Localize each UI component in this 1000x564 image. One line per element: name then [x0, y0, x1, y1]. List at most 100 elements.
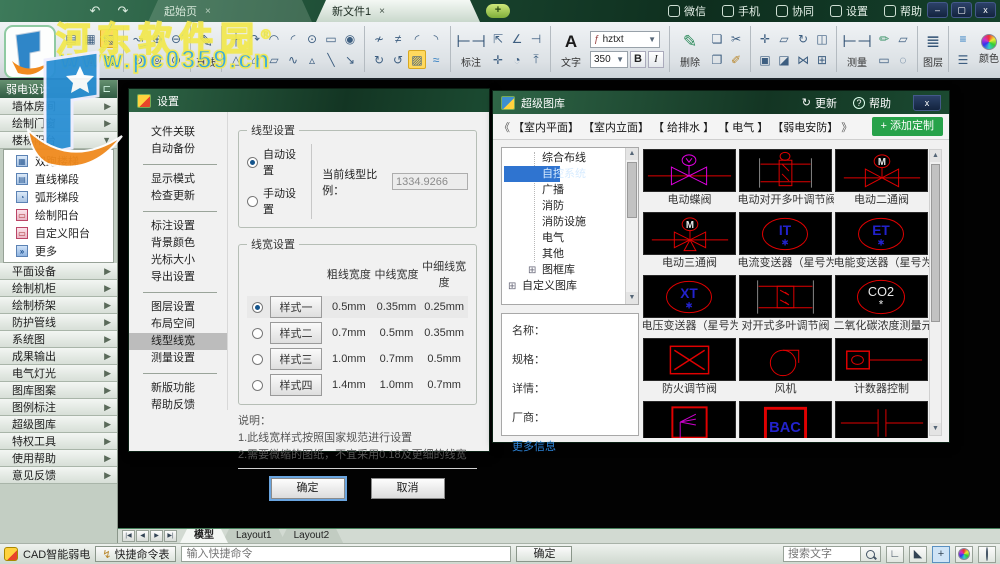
wipeout-icon[interactable]: ≈ [427, 50, 445, 69]
menu-mobile[interactable]: 手机 [722, 3, 760, 19]
sidebar-item-system-diagram[interactable]: 系统图▶ [0, 331, 117, 348]
sidebar-item-plan-equipment[interactable]: 平面设备▶ [0, 263, 117, 280]
tab-layout2[interactable]: Layout2 [280, 529, 344, 543]
library-item[interactable]: BAC [739, 401, 832, 438]
settings-nav-check-update[interactable]: 检查更新 [129, 188, 227, 205]
document-tab-start[interactable]: 起始页 × [148, 0, 312, 22]
layer-tool[interactable]: ≣ 图层 [923, 30, 943, 69]
library-item[interactable]: M 电动二通阀 [835, 149, 928, 212]
new-tab-button[interactable]: + [486, 4, 510, 18]
zoom-window-icon[interactable]: ⊙ [129, 50, 147, 69]
pdf-export-icon[interactable]: ▣ [81, 50, 99, 69]
color-wheel-icon[interactable] [955, 546, 973, 563]
sidebar-item-legend[interactable]: 图例标注▶ [0, 399, 117, 416]
select-rect-icon[interactable]: ▭ [875, 50, 893, 69]
delete-tool[interactable]: ✎ 删除 [675, 30, 705, 69]
auto-setting-radio[interactable]: 自动设置 [247, 146, 301, 178]
aligned-dim-icon[interactable]: ⇱ [489, 29, 507, 48]
crosshair-icon[interactable]: + [932, 546, 950, 563]
pin-icon[interactable]: ⊏ [103, 84, 111, 95]
three-way-valve-icon[interactable]: M [643, 212, 736, 255]
continue-dim-icon[interactable]: ⊣ [527, 29, 545, 48]
sidebar-item-patterns[interactable]: 图库图案▶ [0, 382, 117, 399]
leader-dim-icon[interactable]: ✛ [489, 50, 507, 69]
settings-nav-measure[interactable]: 测量设置 [129, 350, 227, 367]
radio-off-icon[interactable] [252, 354, 263, 365]
paste-block-icon[interactable]: ▣ [756, 50, 774, 69]
extend-icon[interactable]: ≠ [389, 29, 407, 48]
text-size-select[interactable]: 350 ▼ [590, 51, 628, 68]
command-input[interactable] [181, 546, 511, 562]
expand-plus-icon[interactable]: ⊞ [508, 279, 516, 295]
first-tab-icon[interactable]: |◀ [122, 530, 135, 542]
subitem-double-run-stairs[interactable]: ▦双跑楼梯 [4, 152, 113, 170]
counter-control-icon[interactable] [835, 338, 928, 381]
settings-nav-display-mode[interactable]: 显示模式 [129, 171, 227, 188]
settings-nav-export[interactable]: 导出设置 [129, 269, 227, 286]
app-logo-button[interactable] [4, 25, 56, 79]
style3-button[interactable]: 样式三 [270, 348, 322, 370]
font-select[interactable]: ƒ hztxt ▼ [590, 31, 660, 48]
text-tool[interactable]: A 文字 [556, 30, 586, 69]
array-icon[interactable]: ⊞ [813, 50, 831, 69]
subitem-arc-flight[interactable]: ◔弧形梯段 [4, 188, 113, 206]
point-icon[interactable]: ┼ [227, 29, 245, 48]
library-item[interactable]: 对开式多叶调节阀 [739, 275, 832, 338]
linetype-icon[interactable]: ≡ [954, 29, 972, 48]
leader-line-icon[interactable]: ↘ [341, 50, 359, 69]
parallelogram-icon[interactable]: ▱ [265, 50, 283, 69]
sidebar-item-lighting[interactable]: 电气灯光▶ [0, 365, 117, 382]
ellipse-tool-icon[interactable] [978, 546, 996, 563]
scroll-down-icon[interactable]: ▼ [626, 292, 638, 304]
document-tab-newfile[interactable]: 新文件1 × [316, 0, 480, 22]
sidebar-item-doors-windows[interactable]: 绘制门窗▶ [0, 115, 117, 132]
settings-nav-new-features[interactable]: 新版功能 [129, 380, 227, 397]
line-tool[interactable]: ✎ 直线 [196, 30, 216, 69]
tree-item-auto-control[interactable]: 自控系统 [504, 166, 560, 182]
settings-nav-cursor-size[interactable]: 光标大小 [129, 252, 227, 269]
scroll-up-icon[interactable]: ▲ [930, 150, 941, 162]
print-icon[interactable]: ▥ [62, 50, 80, 69]
mirror-icon[interactable]: ⋈ [794, 50, 812, 69]
next-tab-icon[interactable]: ▶ [150, 530, 163, 542]
undo-icon[interactable]: ↶ [84, 3, 106, 19]
capacitor-icon[interactable] [835, 401, 928, 438]
tree-item-frame-library[interactable]: ⊞图框库 [504, 262, 624, 278]
diagonal-line-icon[interactable]: ╲ [322, 50, 340, 69]
paste-icon[interactable]: ❐ [708, 50, 726, 69]
drafting-triangle-icon[interactable]: ◣ [909, 546, 927, 563]
settings-nav-bg-color[interactable]: 背景颜色 [129, 235, 227, 252]
image-export-icon[interactable]: ▩ [100, 50, 118, 69]
bac-controller-icon[interactable]: BAC [739, 401, 832, 438]
voltage-transmitter-icon[interactable]: XT✱ [643, 275, 736, 318]
library-item[interactable]: IT✱ 电流变送器（星号为 [739, 212, 832, 275]
library-dialog-titlebar[interactable]: 超级图库 ↻ 更新 ? 帮助 x [493, 91, 949, 114]
shortcut-table-button[interactable]: ↯ 快捷命令表 [95, 546, 176, 562]
search-icon[interactable] [861, 546, 881, 562]
sidebar-item-output[interactable]: 成果输出▶ [0, 348, 117, 365]
rotate-icon[interactable]: ↻ [370, 50, 388, 69]
settings-nav-linetype-linewidth[interactable]: 线型线宽 [129, 333, 227, 350]
tab-security[interactable]: 【弱电安防】 [771, 119, 839, 135]
sidebar-header[interactable]: 弱电设计 ⊏ [0, 80, 117, 98]
area-measure-icon[interactable]: ▱ [894, 29, 912, 48]
settings-nav-auto-backup[interactable]: 自动备份 [129, 141, 227, 158]
sidebar-item-super-library[interactable]: 超级图库▶ [0, 416, 117, 433]
tree-item-electrical[interactable]: 电气 [504, 230, 624, 246]
menu-wechat[interactable]: 微信 [668, 3, 706, 19]
arc-icon[interactable]: ◜ [284, 29, 302, 48]
sidebar-item-wall-room[interactable]: 墙体房间▶ [0, 98, 117, 115]
sidebar-item-stairs-balcony[interactable]: 楼梯阳台▼ [0, 132, 117, 149]
expand-plus-icon[interactable]: ⊞ [528, 263, 536, 279]
redo-icon[interactable]: ↷ [112, 3, 134, 19]
settings-nav-help-feedback[interactable]: 帮助反馈 [129, 397, 227, 414]
library-item[interactable]: XT✱ 电压变送器（星号为 [643, 275, 736, 338]
linetype-scale-input[interactable] [392, 173, 468, 190]
rectangle-icon[interactable]: ▭ [322, 29, 340, 48]
measure-tool[interactable]: ⊢⊣ 测量 [842, 30, 872, 69]
fire-damper-icon[interactable] [643, 338, 736, 381]
tab-electrical[interactable]: 【 电气 】 [717, 119, 769, 135]
prev-tab-icon[interactable]: ◀ [136, 530, 149, 542]
fillet-icon[interactable]: ◜ [408, 29, 426, 48]
scroll-down-icon[interactable]: ▼ [930, 423, 941, 435]
